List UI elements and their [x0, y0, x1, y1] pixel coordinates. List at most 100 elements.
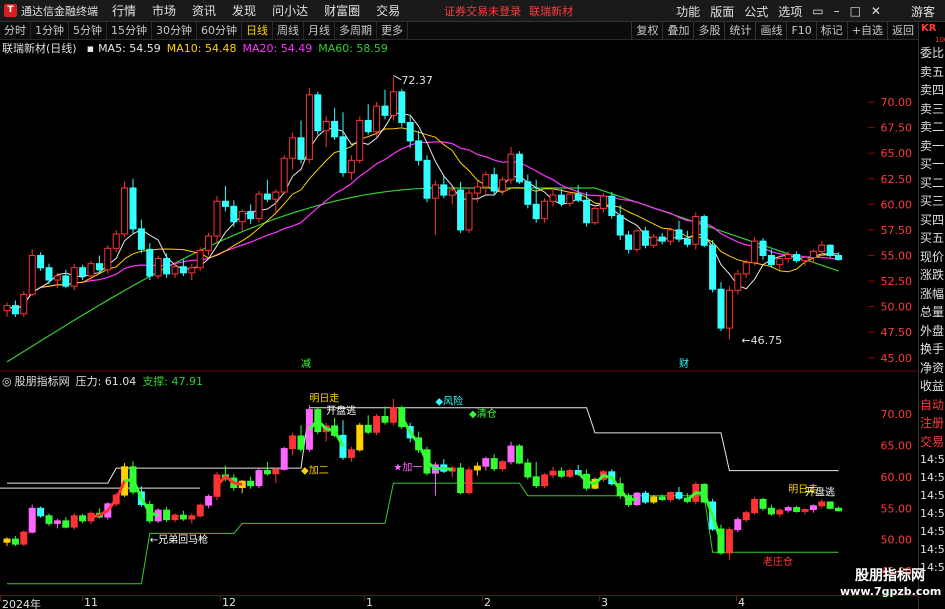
candle-body [398, 91, 406, 123]
kline-chart[interactable]: 70.00 67.50 65.00 62.50 60.00 57.50 55.00 52.50… [0, 0, 918, 595]
ind-candle-body [297, 435, 305, 450]
side-item-16: 换手 [920, 342, 945, 356]
candle-body [255, 193, 263, 220]
ind-candle-body [641, 492, 649, 503]
candle-body [37, 254, 45, 269]
candle-body [297, 137, 305, 160]
main-chart-header: 联瑞新材(日线) ▪ MA5: 54.59 MA10: 54.48 MA20: … [2, 41, 394, 56]
high-arrow [393, 75, 402, 81]
ind-candle-body [37, 507, 45, 517]
side-action-0: 自动 [920, 397, 945, 412]
ind-candle-body [263, 470, 271, 475]
ind-candle-body [734, 519, 742, 531]
candle-body [221, 200, 229, 207]
candle-body [87, 263, 95, 277]
y-tick-label: 70.00 [881, 96, 913, 109]
ind-candle-body [188, 515, 196, 520]
indicator-signal-label: 老庄仓 [763, 555, 793, 568]
indicator-signal-label: ◆风险 [435, 395, 463, 408]
candle-body [759, 240, 767, 256]
x-axis-label: 11 [84, 596, 98, 609]
candle-body [515, 153, 523, 183]
side-item-13: 涨幅 [920, 286, 945, 301]
ind-candle-body [62, 520, 70, 528]
indicator-signal-label: ◆清仓 [469, 407, 497, 420]
ind-candle-body [557, 470, 565, 477]
y-tick-label: 50.00 [881, 301, 913, 314]
x-axis-label: 12 [222, 596, 236, 609]
y-tick-label: 47.50 [881, 326, 913, 339]
candle-body [431, 184, 439, 199]
x-axis-label: 4 [738, 596, 745, 609]
candle-body [62, 275, 70, 287]
ind-candle-body [801, 509, 809, 512]
side-item-1: 卖五 [920, 64, 945, 79]
candle-body [146, 248, 154, 277]
candle-body [549, 194, 557, 202]
candle-body [45, 267, 53, 281]
ind-candle-body [70, 515, 78, 528]
ind-candle-body [28, 507, 36, 533]
ind-y-tick-label: 55.00 [881, 502, 913, 515]
ind-candle-body [515, 445, 523, 464]
candle-body [314, 94, 322, 132]
x-axis-tick [482, 596, 483, 601]
ind-candle-body [179, 514, 187, 520]
y-tick-label: 60.00 [881, 198, 913, 211]
ind-candle-body [524, 462, 532, 478]
x-axis-tick [599, 596, 600, 601]
ind-y-tick-label: 70.00 [881, 408, 913, 421]
ind-candle-body [675, 492, 683, 499]
side-item-2: 卖四 [920, 83, 945, 97]
ind-candle-body [658, 496, 666, 500]
x-axis-label: 2 [484, 596, 491, 609]
marker-finance: 财 [679, 357, 689, 370]
candle-body [373, 105, 381, 133]
high-price-label: 72.37 [401, 74, 433, 87]
side-time-5: 14:56 [920, 543, 945, 556]
candle-body [213, 200, 221, 237]
ind-candle-body [11, 538, 19, 545]
ind-candle-body [776, 509, 784, 515]
side-item-17: 净资 [920, 360, 945, 375]
x-axis-tick [82, 596, 83, 601]
ind-candle-body [835, 507, 843, 512]
side-item-4: 卖二 [920, 120, 945, 134]
side-time-2: 14:55 [920, 489, 945, 502]
ind-candle-body [809, 505, 817, 511]
candle-body [20, 293, 28, 315]
candle-body [423, 159, 431, 199]
candle-body [263, 193, 271, 200]
ind-candle-body [347, 449, 355, 458]
candle-body [557, 194, 565, 204]
ind-candle-body [247, 480, 255, 487]
candle-body [406, 121, 414, 142]
ind-candle-body [767, 507, 775, 515]
candle-body [667, 229, 675, 242]
ind-candle-body [826, 501, 834, 509]
quote-side-panel: KR 1000 委比卖五卖四卖三卖二卖一买一买二买三买四买五现价涨跌涨幅总量外盘… [918, 22, 945, 609]
ind-candle-body [650, 496, 658, 503]
x-axis-label: 3 [601, 596, 608, 609]
ind-candle-body [280, 448, 288, 470]
ind-candle-body [818, 501, 826, 507]
candle-body [448, 189, 456, 196]
candle-body [3, 305, 11, 312]
candle-body [683, 238, 691, 245]
ind-candle-body [289, 435, 297, 450]
candle-body [633, 230, 641, 250]
candle-body [583, 199, 591, 224]
candle-body [599, 195, 607, 209]
candle-body [650, 236, 658, 246]
indicator-signal-label: ★加一 [393, 462, 422, 474]
y-tick-label: 57.50 [881, 224, 913, 237]
candle-body [499, 179, 507, 192]
indicator-menu-icon[interactable]: ◎ [2, 375, 12, 388]
indicator-signal-label: 开盘逃 [326, 404, 356, 417]
candle-body [79, 267, 87, 277]
ind-candle-body [53, 520, 61, 524]
ind-candle-body [759, 498, 767, 509]
ma-menu-icon[interactable]: ▪ [87, 42, 94, 55]
candle-body [137, 228, 145, 250]
ind-candle-body [171, 514, 179, 521]
